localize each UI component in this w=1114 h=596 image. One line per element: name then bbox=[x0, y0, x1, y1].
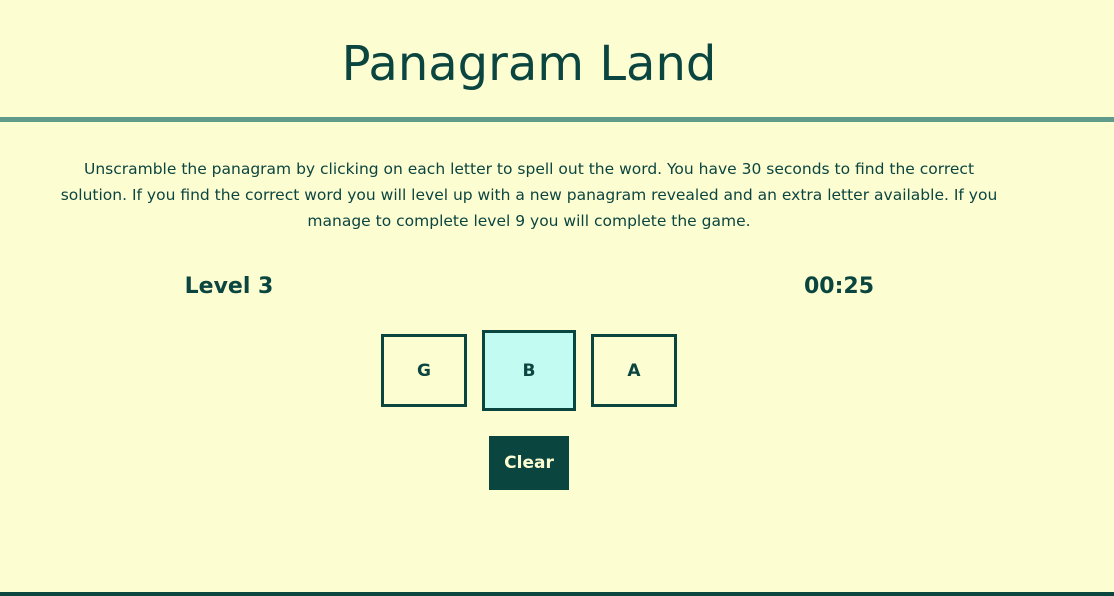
clear-button[interactable]: Clear bbox=[489, 436, 569, 490]
letter-tile[interactable]: A bbox=[591, 334, 677, 407]
letter-tile[interactable]: G bbox=[381, 334, 467, 407]
footer-divider bbox=[0, 592, 1114, 596]
countdown-timer: 00:25 bbox=[803, 274, 875, 299]
header-divider bbox=[0, 117, 1114, 122]
instructions-text: Unscramble the panagram by clicking on e… bbox=[60, 160, 998, 230]
tile-letter: B bbox=[522, 360, 536, 381]
letter-tile[interactable]: B bbox=[482, 330, 576, 411]
page-title: Panagram Land bbox=[341, 36, 717, 92]
header: Panagram Land bbox=[0, 0, 1114, 117]
tile-letter: A bbox=[627, 360, 641, 381]
tile-letter: G bbox=[417, 360, 431, 381]
level-indicator: Level 3 bbox=[184, 274, 274, 299]
